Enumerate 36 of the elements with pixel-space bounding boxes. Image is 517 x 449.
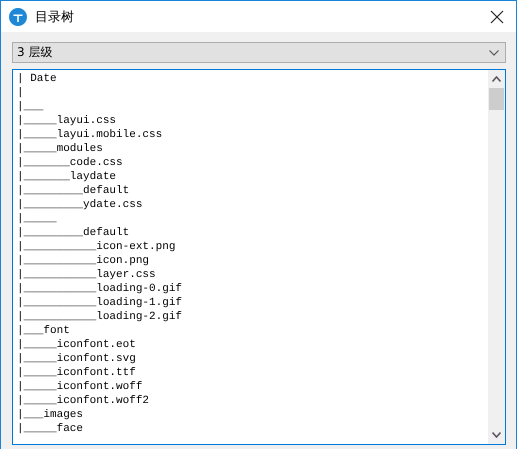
text-line: |___________layer.css: [17, 268, 157, 282]
text-line: |___images: [17, 408, 84, 422]
text-line: |___________loading-2.gif: [17, 310, 184, 324]
text-line: |_________default: [17, 226, 130, 240]
text-area[interactable]: [12, 69, 506, 445]
text-line: |___: [17, 100, 44, 114]
app-icon: [9, 8, 27, 26]
scroll-thumb[interactable]: [489, 88, 504, 110]
text-line: |_________ydate.css: [17, 198, 144, 212]
text-line: |_____face: [17, 422, 84, 436]
window-title: 目录树: [35, 8, 75, 26]
text-line: |_____iconfont.eot: [17, 338, 137, 352]
text-line: |_____iconfont.svg: [17, 352, 137, 366]
text-line: |_________default: [17, 184, 130, 198]
text-line: |_____modules: [17, 142, 104, 156]
text-line: |___________icon-ext.png: [17, 240, 176, 254]
text-line: |_____iconfont.woff: [17, 380, 144, 394]
text-line: |_____layui.css: [17, 114, 118, 128]
text-line: |___________icon.png: [17, 254, 150, 268]
close-icon[interactable]: [490, 10, 504, 24]
scroll-up-icon[interactable]: [492, 76, 501, 82]
scrollbar[interactable]: [488, 70, 505, 444]
text-line: |___________loading-1.gif: [17, 296, 184, 310]
scroll-down-icon[interactable]: [492, 432, 501, 438]
caret-icon: [489, 50, 499, 56]
text-line: |_____layui.mobile.css: [17, 128, 164, 142]
text-line: |_____: [17, 212, 58, 226]
text-line: |: [17, 86, 25, 100]
text-line: |_____iconfont.ttf: [17, 366, 137, 380]
text-line: |_______laydate: [17, 170, 118, 184]
text-line: |___________loading-0.gif: [17, 282, 184, 296]
text-line: |_____iconfont.woff2: [17, 394, 150, 408]
text-line: |_______code.css: [17, 156, 124, 170]
text-line: |___font: [17, 324, 71, 338]
text-line: | Date: [17, 72, 58, 86]
level-dropdown[interactable]: 3 层级: [12, 42, 506, 63]
